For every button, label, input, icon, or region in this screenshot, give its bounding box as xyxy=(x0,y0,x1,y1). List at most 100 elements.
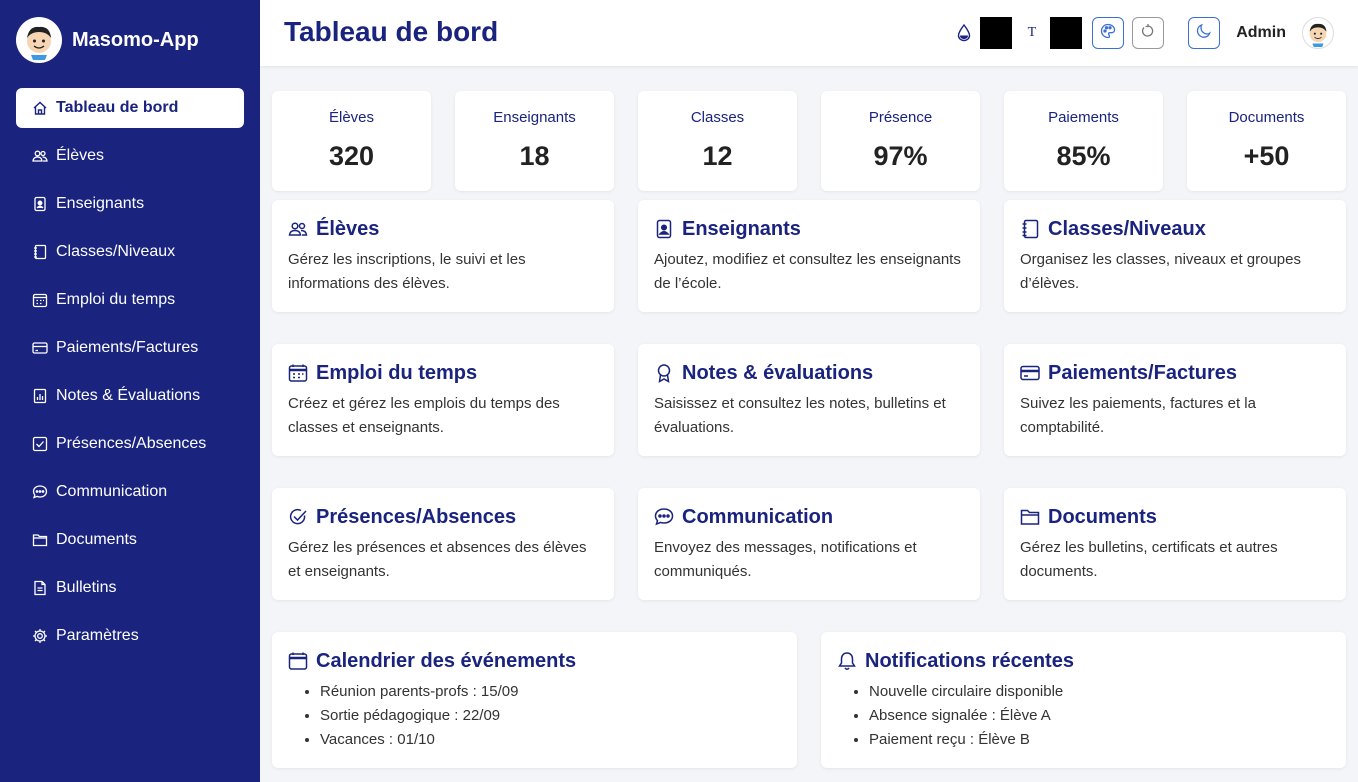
stat-eleves: Élèves 320 xyxy=(272,91,431,191)
events-panel: Calendrier des événements Réunion parent… xyxy=(272,632,797,768)
calendar-icon xyxy=(288,651,308,671)
sidebar-item-presences[interactable]: Présences/Absences xyxy=(16,424,244,464)
sidebar-item-label: Classes/Niveaux xyxy=(56,243,176,260)
card-description: Créez et gérez les emplois du temps des … xyxy=(288,395,560,436)
card-description: Suivez les paiements, factures et la com… xyxy=(1020,395,1256,436)
stat-enseignants: Enseignants 18 xyxy=(455,91,614,191)
card-title: Emploi du temps xyxy=(316,361,478,384)
top-header: Tableau de bord T Admin xyxy=(260,0,1358,66)
notifications-title: Notifications récentes xyxy=(865,649,1074,672)
card-documents[interactable]: Documents Gérez les bulletins, certifica… xyxy=(1004,488,1346,600)
stat-value: 12 xyxy=(702,141,733,171)
sidebar-item-label: Communication xyxy=(56,483,168,500)
card-enseignants[interactable]: Enseignants Ajoutez, modifiez et consult… xyxy=(638,200,980,312)
sidebar-item-label: Notes & Évaluations xyxy=(56,387,201,404)
card-title: Classes/Niveaux xyxy=(1048,217,1206,240)
user-name[interactable]: Admin xyxy=(1236,24,1286,42)
sidebar-item-notes[interactable]: Notes & Évaluations xyxy=(16,376,244,416)
users-icon xyxy=(32,148,48,164)
text-color-label: T xyxy=(1027,25,1037,40)
brand[interactable]: Masomo-App xyxy=(16,17,199,63)
list-item: Réunion parents-profs : 15/09 xyxy=(320,680,781,704)
sidebar-item-bulletins[interactable]: Bulletins xyxy=(16,568,244,608)
stat-label: Paiements xyxy=(1048,109,1119,126)
card-description: Organisez les classes, niveaux et groupe… xyxy=(1020,251,1301,292)
card-presences[interactable]: Présences/Absences Gérez les présences e… xyxy=(272,488,614,600)
sidebar-item-communication[interactable]: Communication xyxy=(16,472,244,512)
file-icon xyxy=(32,580,48,596)
card-classes[interactable]: Classes/Niveaux Organisez les classes, n… xyxy=(1004,200,1346,312)
primary-color-picker[interactable] xyxy=(979,17,1012,49)
moon-icon xyxy=(1196,23,1212,44)
sidebar-item-dashboard[interactable]: Tableau de bord xyxy=(16,88,244,128)
sidebar-item-enseignants[interactable]: Enseignants xyxy=(16,184,244,224)
folder-icon xyxy=(32,532,48,548)
stat-classes: Classes 12 xyxy=(638,91,797,191)
card-title: Documents xyxy=(1048,505,1157,528)
notebook-icon xyxy=(1020,219,1040,239)
home-icon xyxy=(32,100,48,116)
sidebar-item-label: Bulletins xyxy=(56,579,117,596)
card-description: Envoyez des messages, notifications et c… xyxy=(654,539,917,580)
badge-icon xyxy=(654,219,674,239)
stat-value: +50 xyxy=(1243,141,1290,171)
bell-icon xyxy=(837,651,857,671)
credit-card-icon xyxy=(32,340,48,356)
stat-label: Élèves xyxy=(328,109,375,126)
sidebar-nav: Tableau de bord Élèves Enseignants Class… xyxy=(16,88,244,664)
card-description: Gérez les inscriptions, le suivi et les … xyxy=(288,251,526,292)
card-eleves[interactable]: Élèves Gérez les inscriptions, le suivi … xyxy=(272,200,614,312)
check-circle-icon xyxy=(288,507,308,527)
stat-label: Enseignants xyxy=(493,109,576,126)
card-title: Enseignants xyxy=(682,217,801,240)
card-title: Élèves xyxy=(316,217,380,240)
sidebar-item-label: Élèves xyxy=(56,147,105,164)
stat-documents: Documents +50 xyxy=(1187,91,1346,191)
card-description: Saisissez et consultez les notes, bullet… xyxy=(654,395,946,436)
text-color-picker[interactable] xyxy=(1050,17,1083,49)
sidebar-item-documents[interactable]: Documents xyxy=(16,520,244,560)
app-name: Masomo-App xyxy=(72,28,199,51)
calendar-week-icon xyxy=(32,292,48,308)
card-emploi-du-temps[interactable]: Emploi du temps Créez et gérez les emplo… xyxy=(272,344,614,456)
sidebar-item-label: Paramètres xyxy=(56,627,139,644)
reset-icon xyxy=(1140,23,1156,44)
sidebar-item-parametres[interactable]: Paramètres xyxy=(16,616,244,656)
users-icon xyxy=(288,219,308,239)
sidebar-item-label: Tableau de bord xyxy=(56,99,179,116)
stat-label: Présence xyxy=(868,109,933,126)
chat-dots-icon xyxy=(654,507,674,527)
check-square-icon xyxy=(32,436,48,452)
list-item: Sortie pédagogique : 22/09 xyxy=(320,704,781,728)
palette-button[interactable] xyxy=(1092,17,1125,49)
folder-icon xyxy=(1020,507,1040,527)
notifications-panel: Notifications récentes Nouvelle circulai… xyxy=(821,632,1346,768)
card-description: Gérez les présences et absences des élèv… xyxy=(288,539,587,580)
card-paiements[interactable]: Paiements/Factures Suivez les paiements,… xyxy=(1004,344,1346,456)
card-communication[interactable]: Communication Envoyez des messages, noti… xyxy=(638,488,980,600)
droplet-icon xyxy=(954,23,974,43)
stat-value: 18 xyxy=(519,141,550,171)
sidebar-item-eleves[interactable]: Élèves xyxy=(16,136,244,176)
chat-icon xyxy=(32,484,48,500)
card-notes[interactable]: Notes & évaluations Saisissez et consult… xyxy=(638,344,980,456)
card-description: Ajoutez, modifiez et consultez les ensei… xyxy=(654,251,961,292)
list-item: Vacances : 01/10 xyxy=(320,728,781,752)
stat-label: Documents xyxy=(1228,109,1305,126)
bar-chart-icon xyxy=(32,388,48,404)
list-item: Absence signalée : Élève A xyxy=(869,704,1330,728)
reset-button[interactable] xyxy=(1132,17,1165,49)
logo-avatar xyxy=(16,17,62,63)
header-tools: T Admin xyxy=(954,17,1334,49)
card-description: Gérez les bulletins, certificats et autr… xyxy=(1020,539,1278,580)
dark-mode-toggle[interactable] xyxy=(1188,17,1221,49)
user-avatar[interactable] xyxy=(1302,17,1334,49)
list-item: Nouvelle circulaire disponible xyxy=(869,680,1330,704)
stat-presence: Présence 97% xyxy=(821,91,980,191)
sidebar-item-emploi-du-temps[interactable]: Emploi du temps xyxy=(16,280,244,320)
sidebar-item-label: Paiements/Factures xyxy=(56,339,199,356)
sidebar-item-classes[interactable]: Classes/Niveaux xyxy=(16,232,244,272)
sidebar-item-label: Enseignants xyxy=(56,195,145,212)
sidebar-item-paiements[interactable]: Paiements/Factures xyxy=(16,328,244,368)
sidebar-item-label: Emploi du temps xyxy=(56,291,176,308)
